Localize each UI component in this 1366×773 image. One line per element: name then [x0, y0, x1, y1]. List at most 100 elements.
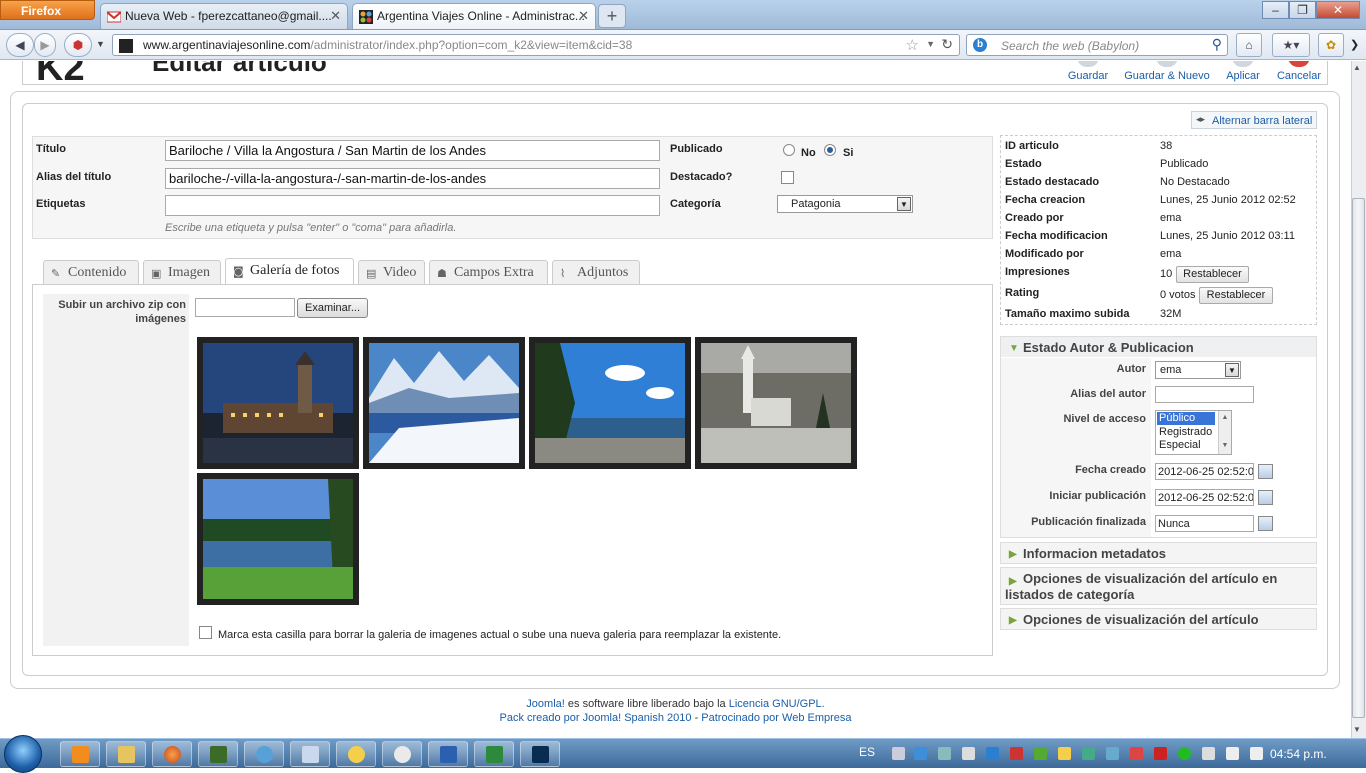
tab-campos-extra[interactable]: ☗ Campos Extra	[429, 260, 548, 284]
spanish-pack-link[interactable]: Pack creado por Joomla! Spanish 2010	[499, 712, 691, 724]
nivel-acceso-listbox[interactable]: Público Registrado Especial ▲ ▼	[1155, 410, 1232, 455]
addon-icon[interactable]: ✿	[1318, 33, 1344, 57]
tray-icon[interactable]	[938, 747, 951, 760]
etiquetas-input[interactable]	[165, 195, 660, 216]
home-icon[interactable]: ⌂	[1236, 33, 1262, 57]
accordion-listados[interactable]: ▶ Opciones de visualización del artículo…	[1000, 567, 1317, 605]
forward-arrow-icon[interactable]: ▶	[34, 33, 56, 57]
gallery-image[interactable]	[197, 473, 359, 605]
taskbar-media-player[interactable]	[60, 741, 100, 767]
cancel-button[interactable]: Cancelar	[1274, 70, 1324, 82]
tab-galeria[interactable]: ◙ Galería de fotos	[225, 258, 354, 284]
taskbar-app[interactable]	[290, 741, 330, 767]
web-empresa-link[interactable]: Patrocinado por Web Empresa	[701, 712, 851, 724]
author-panel-header[interactable]: ▼ Estado Autor & Publicacion	[1000, 336, 1317, 358]
tray-icon[interactable]	[892, 747, 905, 760]
tray-icon[interactable]	[914, 747, 927, 760]
tray-icon[interactable]	[1202, 747, 1215, 760]
save-button[interactable]: Guardar	[1066, 70, 1110, 82]
accordion-metadatos[interactable]: ▶ Informacion metadatos	[1000, 542, 1317, 564]
bookmarks-icon[interactable]: ★▾	[1272, 33, 1310, 57]
taskbar-app[interactable]	[382, 741, 422, 767]
browse-button[interactable]: Examinar...	[297, 298, 368, 318]
dropdown-icon[interactable]: ▼	[96, 39, 105, 49]
autor-select[interactable]: ema ▼	[1155, 361, 1241, 379]
alias-autor-input[interactable]	[1155, 386, 1254, 403]
tray-icon[interactable]	[1010, 747, 1023, 760]
search-icon[interactable]: ⚲	[1212, 36, 1222, 53]
tab-video[interactable]: ▤ Video	[358, 260, 425, 284]
shield-icon[interactable]: ⬢	[64, 33, 92, 57]
tab-adjuntos[interactable]: ⌇ Adjuntos	[552, 260, 640, 284]
taskbar-firefox[interactable]	[152, 741, 192, 767]
categoria-select[interactable]: Patagonia ▼	[777, 195, 913, 213]
taskbar-photoshop[interactable]	[520, 741, 560, 767]
fecha-creado-input[interactable]: 2012-06-25 02:52:07	[1155, 463, 1254, 480]
save-new-button[interactable]: Guardar & Nuevo	[1122, 70, 1212, 82]
joomla-link[interactable]: Joomla!	[526, 698, 565, 710]
tray-icon[interactable]	[1130, 747, 1143, 760]
apply-button[interactable]: Aplicar	[1224, 70, 1262, 82]
bookmark-star-icon[interactable]: ☆	[906, 36, 919, 54]
publicado-si-radio[interactable]	[824, 144, 836, 156]
gallery-image[interactable]	[363, 337, 525, 469]
gallery-image[interactable]	[529, 337, 691, 469]
tab-imagen[interactable]: ▣ Imagen	[143, 260, 221, 284]
nivel-option[interactable]: Registrado	[1157, 426, 1212, 438]
reload-icon[interactable]: ↻	[941, 36, 953, 53]
calendar-icon[interactable]	[1258, 464, 1273, 479]
tray-icon[interactable]	[986, 747, 999, 760]
calendar-icon[interactable]	[1258, 516, 1273, 531]
scroll-up-icon[interactable]: ▲	[1353, 63, 1361, 72]
calendar-icon[interactable]	[1258, 490, 1273, 505]
close-window-icon[interactable]: ✕	[1316, 1, 1360, 19]
tray-icon[interactable]	[962, 747, 975, 760]
delete-gallery-checkbox[interactable]	[199, 626, 212, 639]
tab-contenido[interactable]: ✎ Contenido	[43, 260, 139, 284]
taskbar-excel[interactable]	[474, 741, 514, 767]
reset-impressions-button[interactable]: Restablecer	[1176, 266, 1249, 283]
tray-icon[interactable]	[1178, 747, 1191, 760]
accordion-visualizacion[interactable]: ▶ Opciones de visualización del artículo	[1000, 608, 1317, 630]
taskbar-app[interactable]	[336, 741, 376, 767]
firefox-menu-button[interactable]: Firefox	[0, 0, 95, 20]
tab-nueva-web[interactable]: Nueva Web - fperezcattaneo@gmail.... ✕	[100, 3, 348, 29]
scroll-down-icon[interactable]: ▼	[1353, 725, 1361, 734]
reset-rating-button[interactable]: Restablecer	[1199, 287, 1273, 304]
destacado-checkbox[interactable]	[781, 171, 794, 184]
tab-argentina-viajes[interactable]: Argentina Viajes Online - Administrac...…	[352, 3, 596, 29]
clock[interactable]: 04:54 p.m.	[1270, 747, 1327, 761]
scrollbar-thumb[interactable]	[1352, 198, 1365, 718]
alias-input[interactable]: bariloche-/-villa-la-angostura-/-san-mar…	[165, 168, 660, 189]
taskbar-dreamweaver[interactable]	[198, 741, 238, 767]
taskbar-word[interactable]	[428, 741, 468, 767]
tray-icon[interactable]	[1106, 747, 1119, 760]
nivel-option[interactable]: Público	[1157, 412, 1215, 425]
tray-icon[interactable]	[1034, 747, 1047, 760]
minimize-icon[interactable]: –	[1262, 1, 1289, 19]
new-tab-button[interactable]: +	[598, 4, 626, 28]
gallery-image[interactable]	[197, 337, 359, 469]
taskbar-explorer[interactable]	[106, 741, 146, 767]
publicacion-finalizada-input[interactable]: Nunca	[1155, 515, 1254, 532]
publicado-no-radio[interactable]	[783, 144, 795, 156]
tray-icon[interactable]	[1082, 747, 1095, 760]
back-arrow-icon[interactable]: ◀	[6, 33, 34, 57]
gallery-image[interactable]	[695, 337, 857, 469]
windows-start-icon[interactable]	[4, 735, 42, 773]
language-indicator[interactable]: ES	[859, 745, 875, 759]
close-tab-icon[interactable]: ✕	[578, 8, 589, 24]
volume-icon[interactable]	[1250, 747, 1263, 760]
listbox-scrollbar[interactable]: ▲ ▼	[1218, 411, 1231, 454]
taskbar-messenger[interactable]	[244, 741, 284, 767]
network-icon[interactable]	[1226, 747, 1239, 760]
nivel-option[interactable]: Especial	[1157, 439, 1201, 451]
overflow-chevron-icon[interactable]: ❯	[1350, 38, 1359, 51]
license-link[interactable]: Licencia GNU/GPL.	[729, 698, 825, 710]
toggle-sidebar-button[interactable]: ◂▸ Alternar barra lateral	[1191, 111, 1317, 129]
zip-file-input[interactable]	[195, 298, 295, 317]
url-bar[interactable]: www.argentinaviajesonline.com/administra…	[112, 34, 960, 56]
titulo-input[interactable]: Bariloche / Villa la Angostura / San Mar…	[165, 140, 660, 161]
iniciar-publicacion-input[interactable]: 2012-06-25 02:52:07	[1155, 489, 1254, 506]
close-tab-icon[interactable]: ✕	[330, 8, 341, 24]
